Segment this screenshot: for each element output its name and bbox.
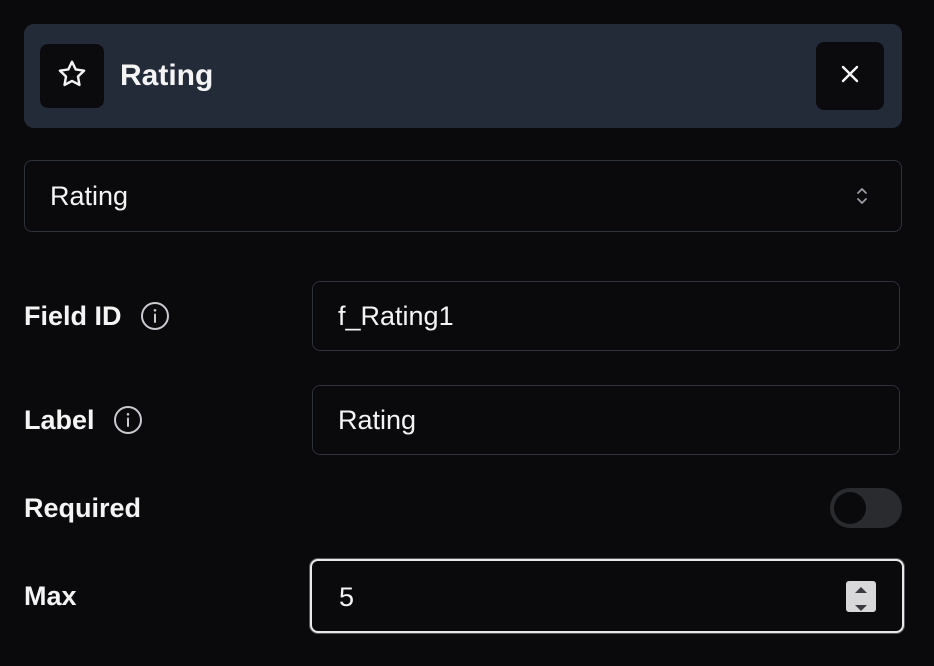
panel-header: Rating [24, 24, 902, 128]
label-label: Label [24, 405, 95, 435]
field-id-label: Field ID [24, 301, 122, 331]
required-toggle[interactable] [830, 488, 902, 528]
field-id-input-value: f_Rating1 [338, 301, 454, 331]
info-icon[interactable] [113, 405, 143, 435]
star-icon [56, 58, 88, 95]
spinner-up-icon[interactable] [854, 581, 868, 599]
field-type-select[interactable]: Rating [24, 160, 902, 232]
field-id-input[interactable]: f_Rating1 [312, 281, 900, 351]
max-input-value: 5 [339, 582, 355, 612]
toggle-knob [834, 492, 866, 524]
close-icon [838, 62, 862, 91]
field-type-icon-box [40, 44, 104, 108]
max-label: Max [24, 581, 77, 611]
chevron-up-down-icon [855, 185, 869, 212]
info-icon[interactable] [140, 301, 170, 331]
label-input[interactable]: Rating [312, 385, 900, 455]
close-button[interactable] [816, 42, 884, 110]
field-settings-panel: Rating Rating Field ID f_Rating1 Label R… [0, 0, 934, 666]
field-id-label-row: Field ID [24, 300, 170, 332]
required-label: Required [24, 493, 142, 523]
required-label-row: Required [24, 492, 141, 524]
panel-title: Rating [120, 59, 214, 92]
max-number-input[interactable]: 5 [310, 559, 904, 633]
max-label-row: Max [24, 580, 77, 612]
label-label-row: Label [24, 404, 143, 436]
spinner-down-icon[interactable] [854, 599, 868, 617]
label-input-value: Rating [338, 405, 417, 435]
field-type-select-value: Rating [50, 181, 129, 211]
number-spinner[interactable] [846, 581, 876, 612]
